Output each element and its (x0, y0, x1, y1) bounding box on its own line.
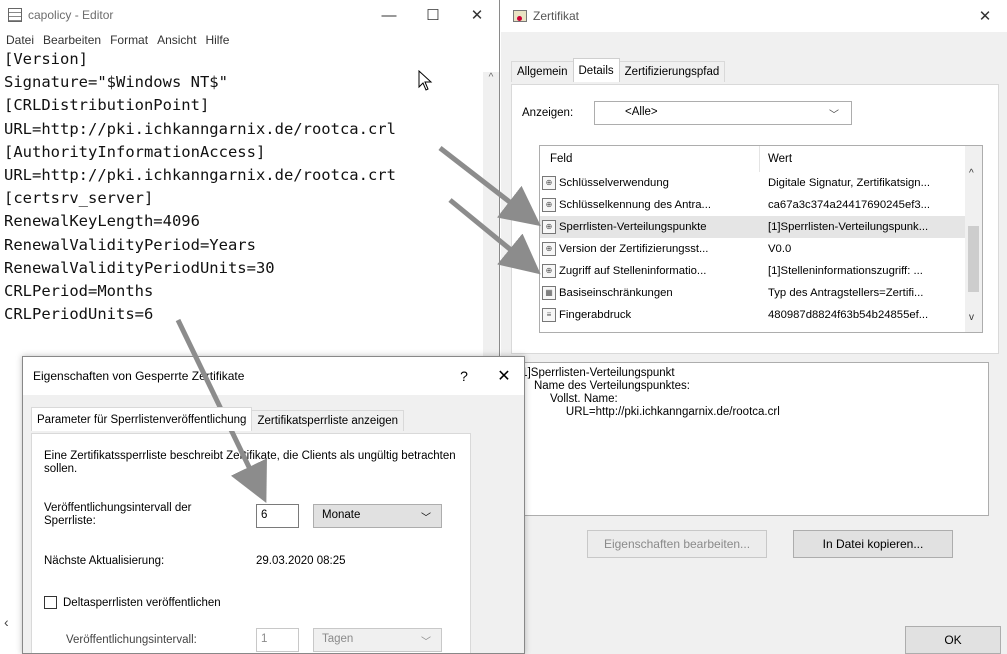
field-value: Typ des Antragstellers=Zertifi... (768, 287, 924, 299)
list-item[interactable]: ⊕ Schlüsselverwendung Digitale Signatur, … (540, 172, 982, 194)
property-icon: ≡ (542, 308, 556, 322)
list-item[interactable]: ▦ Basiseinschränkungen Typ des Antragstel… (540, 282, 982, 304)
list-item[interactable]: ⊕ Schlüsselkennung des Antra... ca67a3c37… (540, 194, 982, 216)
field-value: [1]Sperrlisten-Verteilungspunk... (768, 221, 929, 233)
details-panel: Anzeigen: <Alle> ﹀ Feld Wert ⊕ Schlüsselv… (511, 84, 999, 354)
certificate-dialog: Zertifikat ✕ Allgemein Details Zertifizi… (501, 0, 1007, 654)
delta-unit-value: Tagen (322, 633, 354, 645)
detail-text-area[interactable]: [1]Sperrlisten-Verteilungspunkt Name des… (511, 362, 989, 516)
show-select[interactable]: <Alle> ﹀ (594, 101, 852, 125)
notepad-icon (8, 8, 22, 22)
field-name: Schlüsselkennung des Antra... (559, 199, 711, 211)
menu-bearbeiten[interactable]: Bearbeiten (43, 33, 101, 47)
copy-to-file-button[interactable]: In Datei kopieren... (793, 530, 953, 558)
crl-parameters-panel: Eine Zertifikatssperrliste beschreibt Ze… (31, 433, 471, 653)
list-item[interactable]: ⊕ Version der Zertifizierungsst... V0.0 (540, 238, 982, 260)
tab-zertifizierungspfad[interactable]: Zertifizierungspfad (618, 61, 726, 82)
chevron-down-icon: ﹀ (421, 513, 431, 524)
help-button[interactable]: ? (444, 368, 484, 384)
tab-view-crl[interactable]: Zertifikatsperrliste anzeigen (251, 410, 405, 431)
menu-hilfe[interactable]: Hilfe (205, 33, 229, 47)
delta-crl-checkbox[interactable] (44, 596, 57, 609)
notepad-vertical-scrollbar[interactable]: ^ (483, 72, 499, 362)
field-value: 480987d8824f63b54b24855ef... (768, 309, 929, 321)
field-value: V0.0 (768, 243, 792, 255)
notepad-text-area[interactable]: [Version] Signature="$Windows NT$" [CRLD… (4, 48, 396, 326)
next-update-label: Nächste Aktualisierung: (44, 555, 165, 567)
unit-value: Monate (322, 509, 361, 521)
certificate-icon (513, 10, 527, 22)
crl-close-button[interactable]: ✕ (484, 366, 524, 386)
certificate-close-button[interactable]: ✕ (963, 7, 1007, 25)
scroll-up-icon[interactable]: ^ (969, 168, 974, 179)
certificate-title: Zertifikat (533, 9, 580, 23)
show-select-value: <Alle> (625, 106, 658, 118)
edit-properties-button[interactable]: Eigenschaften bearbeiten... (587, 530, 767, 558)
revoked-certificates-properties-dialog: Eigenschaften von Gesperrte Zertifikate … (22, 356, 525, 654)
notepad-titlebar: capolicy - Editor — ☐ ✕ (0, 0, 499, 30)
critical-extension-icon: ▦ (542, 286, 556, 300)
field-name: Fingerabdruck (559, 309, 632, 321)
publishing-interval-label: Veröffentlichungsintervall der Sperrlist… (44, 502, 192, 527)
field-name: Sperrlisten-Verteilungspunkte (559, 221, 707, 233)
delta-interval-label: Veröffentlichungsintervall: (66, 634, 197, 646)
next-update-value: 29.03.2020 08:25 (256, 555, 346, 567)
chevron-down-icon: ﹀ (421, 637, 431, 648)
field-value: ca67a3c374a24417690245ef3... (768, 199, 931, 211)
field-value: [1]Stelleninformationszugriff: ... (768, 265, 923, 277)
show-label: Anzeigen: (522, 107, 574, 119)
fields-list[interactable]: Feld Wert ⊕ Schlüsselverwendung Digitale … (539, 145, 983, 333)
extension-icon: ⊕ (542, 176, 556, 190)
certificate-tabs: Allgemein Details Zertifizierungspfad (511, 58, 726, 82)
list-item-selected[interactable]: ⊕ Sperrlisten-Verteilungspunkte [1]Sperrl… (540, 216, 982, 238)
delta-interval-input[interactable]: 1 (256, 628, 299, 652)
list-header: Feld Wert (540, 146, 982, 172)
field-value: Digitale Signatur, Zertifikatsign... (768, 177, 930, 189)
delta-interval-unit-select[interactable]: Tagen ﹀ (313, 628, 442, 652)
extension-icon: ⊕ (542, 198, 556, 212)
column-header-value[interactable]: Wert (760, 153, 792, 165)
mouse-cursor-icon (418, 70, 433, 91)
crl-titlebar: Eigenschaften von Gesperrte Zertifikate … (23, 357, 524, 395)
scroll-down-icon[interactable]: v (969, 312, 974, 323)
menu-format[interactable]: Format (110, 33, 148, 47)
maximize-button[interactable]: ☐ (411, 6, 455, 24)
menu-ansicht[interactable]: Ansicht (157, 33, 196, 47)
crl-title: Eigenschaften von Gesperrte Zertifikate (33, 369, 245, 383)
field-name: Zugriff auf Stelleninformatio... (559, 265, 707, 277)
scroll-up-icon[interactable]: ^ (483, 72, 499, 83)
scroll-left-icon[interactable]: ‹ (4, 614, 9, 630)
menu-datei[interactable]: Datei (6, 33, 34, 47)
publishing-interval-input[interactable]: 6 (256, 504, 299, 528)
tab-publishing-parameters[interactable]: Parameter für Sperrlistenveröffentlichun… (31, 407, 253, 431)
field-name: Version der Zertifizierungsst... (559, 243, 709, 255)
list-item[interactable]: ⊕ Zugriff auf Stelleninformatio... [1]Ste… (540, 260, 982, 282)
certificate-titlebar: Zertifikat ✕ (501, 0, 1007, 32)
close-button[interactable]: ✕ (455, 6, 499, 24)
delta-crl-checkbox-row[interactable]: Deltasperrlisten veröffentlichen (44, 596, 221, 609)
minimize-button[interactable]: — (367, 7, 411, 24)
field-name: Basiseinschränkungen (559, 287, 673, 299)
scroll-thumb[interactable] (968, 226, 979, 292)
notepad-menubar: Datei Bearbeiten Format Ansicht Hilfe (0, 30, 499, 50)
extension-icon: ⊕ (542, 220, 556, 234)
field-name: Schlüsselverwendung (559, 177, 669, 189)
extension-icon: ⊕ (542, 242, 556, 256)
delta-crl-label: Deltasperrlisten veröffentlichen (63, 596, 221, 609)
crl-tabs: Parameter für Sperrlistenveröffentlichun… (31, 407, 405, 431)
column-header-field[interactable]: Feld (540, 146, 760, 172)
list-scrollbar[interactable]: ^ v (965, 146, 982, 332)
notepad-title: capolicy - Editor (28, 8, 114, 22)
list-item[interactable]: ≡ Fingerabdruck 480987d8824f63b54b24855ef… (540, 304, 982, 326)
extension-icon: ⊕ (542, 264, 556, 278)
chevron-down-icon: ﹀ (829, 110, 839, 121)
publishing-interval-unit-select[interactable]: Monate ﹀ (313, 504, 442, 528)
tab-details[interactable]: Details (572, 58, 620, 82)
crl-description: Eine Zertifikatssperrliste beschreibt Ze… (44, 450, 456, 475)
ok-button[interactable]: OK (905, 626, 1001, 654)
tab-allgemein[interactable]: Allgemein (511, 61, 574, 82)
